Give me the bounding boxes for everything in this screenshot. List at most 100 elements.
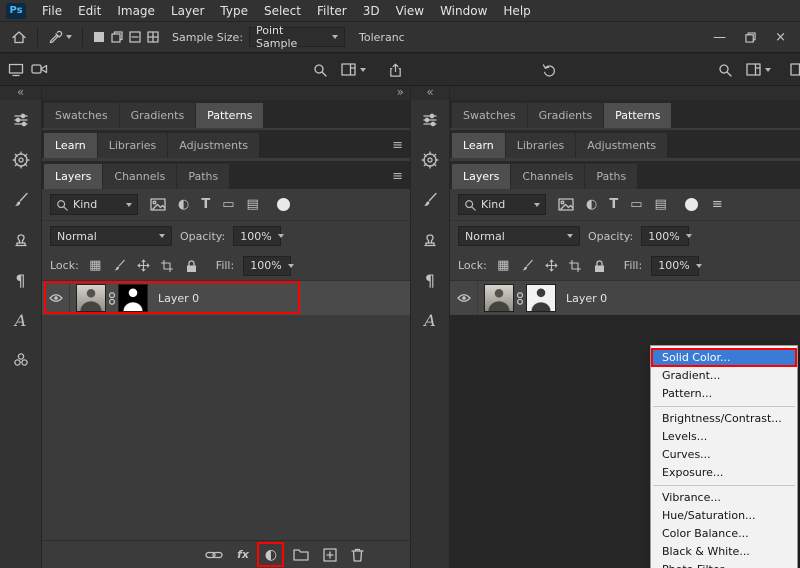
tab-adjustments[interactable]: Adjustments	[168, 133, 259, 158]
lock-position-icon[interactable]	[544, 259, 559, 272]
lock-transparency-icon[interactable]: ▦	[496, 259, 511, 272]
wheel-panel-icon[interactable]	[411, 140, 449, 180]
properties-panel-icon[interactable]	[0, 100, 41, 140]
layer-style-button[interactable]: fx	[237, 548, 249, 561]
tab-libraries[interactable]: Libraries	[506, 133, 576, 158]
clone-source-panel-icon[interactable]	[411, 220, 449, 260]
menu-3d[interactable]: 3D	[355, 0, 388, 22]
filter-type-layers-icon[interactable]: T	[201, 198, 210, 211]
tab-learn[interactable]: Learn	[44, 133, 97, 158]
tab-learn[interactable]: Learn	[452, 133, 505, 158]
blend-mode-dropdown[interactable]: Normal	[50, 226, 172, 246]
link-layers-icon[interactable]	[205, 550, 223, 560]
camera-icon[interactable]	[31, 63, 48, 75]
menu-item-brightness-contrast[interactable]: Brightness/Contrast...	[651, 410, 797, 428]
menu-item-levels[interactable]: Levels...	[651, 428, 797, 446]
brush-panel-icon[interactable]	[411, 180, 449, 220]
character-panel-icon[interactable]: A	[0, 300, 41, 340]
fill-dropdown[interactable]: 100%	[651, 256, 699, 276]
layer-visibility-toggle[interactable]	[42, 281, 70, 315]
filter-adjustment-layers-icon[interactable]: ◐	[178, 198, 189, 211]
workspace-switcher-icon[interactable]	[341, 63, 366, 76]
menu-item-exposure[interactable]: Exposure...	[651, 464, 797, 482]
workspace-switcher-icon[interactable]	[790, 63, 800, 76]
tab-adjustments[interactable]: Adjustments	[576, 133, 667, 158]
menu-edit[interactable]: Edit	[70, 0, 109, 22]
tab-channels[interactable]: Channels	[103, 164, 176, 189]
lock-paint-icon[interactable]	[520, 259, 535, 272]
filter-type-layers-icon[interactable]: T	[609, 198, 618, 211]
menu-select[interactable]: Select	[256, 0, 309, 22]
screen-mode-icon[interactable]	[8, 63, 24, 77]
menu-item-black-white[interactable]: Black & White...	[651, 543, 797, 561]
filter-shape-layers-icon[interactable]: ▭	[630, 198, 642, 211]
fill-dropdown[interactable]: 100%	[243, 256, 291, 276]
brush-panel-icon[interactable]	[0, 180, 41, 220]
filter-toggle-switch[interactable]	[277, 198, 290, 211]
menu-image[interactable]: Image	[109, 0, 163, 22]
layer-visibility-toggle[interactable]	[450, 281, 478, 315]
paragraph-panel-icon[interactable]: ¶	[411, 260, 449, 300]
cluster-panel-icon[interactable]	[0, 340, 41, 380]
search-icon[interactable]	[718, 63, 732, 77]
layer-name[interactable]: Layer 0	[158, 292, 199, 305]
layer-row[interactable]: Layer 0	[42, 281, 410, 315]
tab-channels[interactable]: Channels	[511, 164, 584, 189]
menu-view[interactable]: View	[388, 0, 432, 22]
sample-option-filled-icon[interactable]	[90, 31, 108, 43]
menu-item-solid-color[interactable]: Solid Color...	[651, 348, 797, 367]
new-adjustment-layer-button[interactable]: ◐	[263, 547, 279, 563]
lock-position-icon[interactable]	[136, 259, 151, 272]
filter-smart-object-icon[interactable]: ▤	[655, 198, 667, 211]
collapse-panels-icon[interactable]: «	[411, 86, 449, 100]
menu-type[interactable]: Type	[212, 0, 256, 22]
menu-item-pattern[interactable]: Pattern...	[651, 385, 797, 403]
rotate-reset-icon[interactable]	[542, 63, 557, 78]
character-panel-icon[interactable]: A	[411, 300, 449, 340]
close-button[interactable]: ×	[775, 30, 786, 45]
tab-layers[interactable]: Layers	[452, 164, 510, 189]
new-layer-button[interactable]	[323, 548, 337, 562]
mask-link-icon[interactable]	[516, 292, 524, 305]
tab-patterns[interactable]: Patterns	[604, 103, 671, 128]
tab-paths[interactable]: Paths	[177, 164, 229, 189]
new-group-button[interactable]	[293, 548, 309, 561]
lock-paint-icon[interactable]	[112, 259, 127, 272]
layer-row[interactable]: Layer 0	[450, 281, 800, 315]
panel-menu-icon[interactable]: ≡	[392, 139, 403, 152]
clone-source-panel-icon[interactable]	[0, 220, 41, 260]
lock-transparency-icon[interactable]: ▦	[88, 259, 103, 272]
filter-toggle-switch[interactable]	[685, 198, 698, 211]
lock-artboard-icon[interactable]	[568, 260, 583, 272]
tab-gradients[interactable]: Gradients	[528, 103, 604, 128]
sample-size-dropdown[interactable]: Point Sample	[249, 27, 345, 47]
sample-option-minus-icon[interactable]	[126, 31, 144, 43]
menu-item-curves[interactable]: Curves...	[651, 446, 797, 464]
collapse-panels-icon[interactable]: «	[0, 86, 41, 100]
menu-item-color-balance[interactable]: Color Balance...	[651, 525, 797, 543]
lock-artboard-icon[interactable]	[160, 260, 175, 272]
home-icon[interactable]	[8, 30, 30, 44]
filter-shape-layers-icon[interactable]: ▭	[222, 198, 234, 211]
search-icon[interactable]	[313, 63, 327, 77]
menu-item-gradient[interactable]: Gradient...	[651, 367, 797, 385]
filter-adjustment-layers-icon[interactable]: ◐	[586, 198, 597, 211]
layer-name[interactable]: Layer 0	[566, 292, 607, 305]
filter-smart-object-icon[interactable]: ▤	[247, 198, 259, 211]
lock-all-icon[interactable]	[592, 259, 607, 273]
eyedropper-tool-icon[interactable]	[45, 30, 75, 45]
minimize-button[interactable]: —	[713, 30, 726, 45]
workspace-switcher-icon[interactable]	[746, 63, 771, 76]
menu-layer[interactable]: Layer	[163, 0, 212, 22]
tab-swatches[interactable]: Swatches	[452, 103, 527, 128]
panel-menu-icon[interactable]: ≡	[712, 198, 723, 211]
expand-panels-icon[interactable]: »	[397, 86, 404, 99]
sample-option-copy-icon[interactable]	[108, 31, 126, 43]
blend-mode-dropdown[interactable]: Normal	[458, 226, 580, 246]
tab-gradients[interactable]: Gradients	[120, 103, 196, 128]
tab-swatches[interactable]: Swatches	[44, 103, 119, 128]
opacity-dropdown[interactable]: 100%	[641, 226, 689, 246]
filter-pixel-layers-icon[interactable]	[558, 198, 574, 211]
delete-layer-button[interactable]	[351, 548, 364, 562]
lock-all-icon[interactable]	[184, 259, 199, 273]
